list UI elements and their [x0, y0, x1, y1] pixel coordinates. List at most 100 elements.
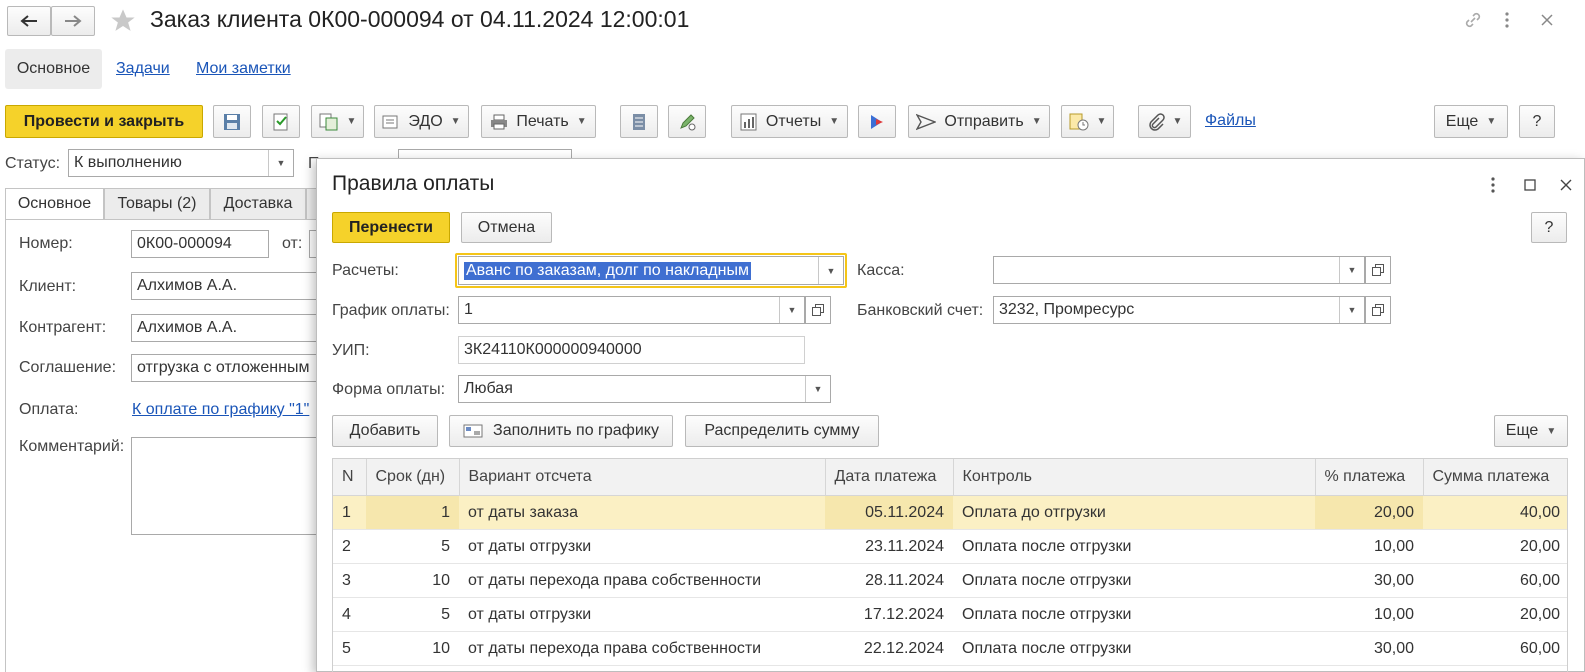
col-term[interactable]: Срок (дн)	[366, 459, 460, 496]
help-label: ?	[1532, 112, 1542, 130]
schedule-value: 1	[464, 301, 473, 318]
add-row-label: Добавить	[349, 422, 421, 439]
cancel-button[interactable]: Отмена	[461, 212, 552, 243]
client-value: Алхимов А.А.	[137, 277, 238, 294]
payment-schedule-link[interactable]: К оплате по графику "1"	[132, 401, 309, 419]
table-more-button[interactable]: Еще ▼	[1494, 415, 1568, 447]
cell-control: Оплата до отгрузки	[953, 495, 1315, 530]
tab-goods[interactable]: Товары (2)	[104, 188, 210, 220]
tab-main[interactable]: Основное	[5, 188, 104, 220]
col-sum[interactable]: Сумма платежа	[1423, 459, 1567, 496]
cell-control: Оплата после отгрузки	[953, 563, 1315, 598]
save-icon	[223, 113, 241, 131]
transfer-button[interactable]: Перенести	[332, 212, 450, 243]
cell-percent: 30,00	[1315, 563, 1423, 598]
help-button[interactable]: ?	[1519, 105, 1555, 138]
nav-notes[interactable]: Мои заметки	[196, 60, 291, 78]
client-field[interactable]: Алхимов А.А.	[131, 272, 321, 300]
link-icon[interactable]	[1462, 9, 1484, 31]
send-button[interactable]: Отправить ▼	[908, 105, 1050, 138]
table-header-row: N Срок (дн) Вариант отсчета Дата платежа…	[333, 459, 1567, 496]
agreement-field[interactable]: отгрузка с отложенным	[131, 354, 321, 382]
table-row[interactable]: 3 10 от даты перехода права собственност…	[333, 563, 1567, 598]
counterparty-label: Контрагент:	[19, 319, 107, 336]
open-window-icon	[1372, 304, 1384, 316]
dialog-help-button[interactable]: ?	[1531, 212, 1567, 243]
kebab-menu-icon[interactable]	[1486, 175, 1500, 195]
printer-icon	[490, 114, 508, 130]
table-row[interactable]: 1 1 от даты заказа 05.11.2024 Оплата до …	[333, 495, 1567, 530]
maximize-icon[interactable]	[1522, 176, 1538, 194]
bank-account-open-button[interactable]	[1365, 296, 1391, 324]
chevron-down-icon: ▼	[1486, 116, 1497, 127]
chevron-down-icon: ▼	[1339, 297, 1364, 323]
post-and-close-button[interactable]: Провести и закрыть	[5, 105, 203, 138]
share-button[interactable]	[858, 105, 896, 138]
payment-table: N Срок (дн) Вариант отсчета Дата платежа…	[332, 458, 1568, 672]
edo-button[interactable]: ЭДО ▼	[374, 105, 469, 138]
schedule-select[interactable]: 1 ▼	[458, 296, 805, 324]
col-percent[interactable]: % платежа	[1315, 459, 1424, 496]
cell-n: 5	[333, 631, 366, 666]
bank-account-select[interactable]: 3232, Промресурс ▼	[993, 296, 1365, 324]
kebab-menu-icon[interactable]	[1500, 9, 1514, 31]
open-window-icon	[1372, 264, 1384, 276]
close-icon[interactable]	[1538, 10, 1556, 30]
col-n[interactable]: N	[333, 459, 367, 496]
table-row[interactable]: 5 10 от даты перехода права собственност…	[333, 631, 1567, 666]
col-date[interactable]: Дата платежа	[825, 459, 954, 496]
tab-delivery[interactable]: Доставка	[210, 188, 306, 220]
close-icon[interactable]	[1558, 176, 1574, 194]
chevron-down-icon: ▼	[1546, 425, 1557, 437]
cash-select[interactable]: ▼	[993, 256, 1365, 284]
structure-button[interactable]	[620, 105, 658, 138]
col-variant[interactable]: Вариант отсчета	[459, 459, 826, 496]
cell-term: 5	[366, 597, 459, 632]
counterparty-field[interactable]: Алхимов А.А.	[131, 314, 321, 342]
table-row[interactable]: 2 5 от даты отгрузки 23.11.2024 Оплата п…	[333, 529, 1567, 564]
fill-by-schedule-button[interactable]: Заполнить по графику	[449, 415, 673, 447]
cancel-label: Отмена	[477, 218, 536, 236]
chevron-down-icon: ▼	[805, 376, 830, 402]
document-flow-button[interactable]: ▼	[1061, 105, 1114, 138]
print-button[interactable]: Печать ▼	[481, 105, 596, 138]
comment-textarea[interactable]	[131, 437, 321, 535]
transfer-label: Перенести	[349, 218, 433, 236]
reports-button[interactable]: Отчеты ▼	[731, 105, 848, 138]
open-window-icon	[812, 304, 824, 316]
distribute-sum-button[interactable]: Распределить сумму	[685, 415, 879, 447]
edit-button[interactable]	[668, 105, 706, 138]
cell-sum: 20,00	[1423, 529, 1567, 564]
uip-field[interactable]: 3К24110К000000940000	[458, 336, 805, 364]
back-button[interactable]	[7, 6, 51, 36]
cell-date: 22.12.2024	[825, 631, 953, 666]
payment-form-value: Любая	[464, 380, 513, 397]
nav-tasks[interactable]: Задачи	[116, 60, 170, 78]
status-select[interactable]: К выполнению ▼	[68, 149, 294, 177]
cell-n: 2	[333, 529, 366, 564]
number-field[interactable]: 0К00-000094	[131, 230, 269, 258]
more-button[interactable]: Еще ▼	[1434, 105, 1508, 138]
settlements-select[interactable]: Аванс по заказам, долг по накладным ▼	[458, 256, 844, 285]
payment-form-select[interactable]: Любая ▼	[458, 375, 831, 403]
counterparty-value: Алхимов А.А.	[137, 319, 238, 336]
save-button[interactable]	[213, 105, 251, 138]
attach-button[interactable]: ▼	[1138, 105, 1191, 138]
cell-n: 4	[333, 597, 366, 632]
add-row-button[interactable]: Добавить	[332, 415, 438, 447]
cash-open-button[interactable]	[1365, 256, 1391, 284]
create-based-on-button[interactable]: ▼	[311, 105, 364, 138]
client-label: Клиент:	[19, 278, 77, 295]
star-icon[interactable]	[108, 6, 138, 36]
col-control[interactable]: Контроль	[953, 459, 1316, 496]
post-button[interactable]	[262, 105, 300, 138]
send-icon	[916, 113, 937, 131]
files-link[interactable]: Файлы	[1205, 112, 1256, 130]
chevron-down-icon: ▼	[1172, 116, 1183, 127]
schedule-open-button[interactable]	[805, 296, 831, 324]
forward-button[interactable]	[51, 6, 95, 36]
post-document-icon	[272, 112, 290, 132]
nav-main[interactable]: Основное	[5, 49, 102, 89]
status-value: К выполнению	[74, 154, 182, 171]
table-row[interactable]: 4 5 от даты отгрузки 17.12.2024 Оплата п…	[333, 597, 1567, 632]
